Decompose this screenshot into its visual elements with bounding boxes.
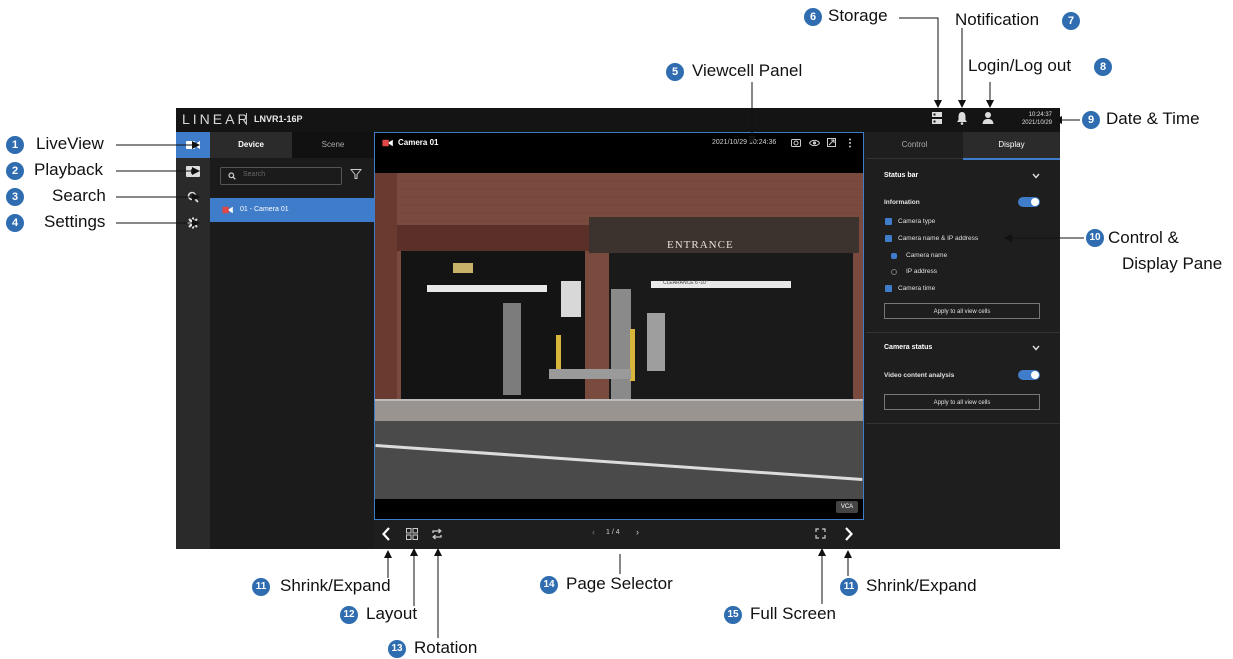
callout-page-selector: Page Selector — [566, 574, 673, 593]
callout-shrink-expand-left: Shrink/Expand — [280, 576, 391, 595]
callout-badge-1: 1 — [6, 136, 24, 154]
callout-settings: Settings — [44, 212, 106, 231]
callout-rotation: Rotation — [414, 638, 478, 657]
callout-badge-4: 4 — [6, 214, 24, 232]
callout-badge-5: 5 — [666, 63, 684, 81]
callout-shrink-expand-right: Shrink/Expand — [866, 576, 977, 595]
callout-badge-12: 12 — [340, 606, 358, 624]
callout-viewcell-panel: Viewcell Panel — [692, 61, 803, 80]
callout-login: Login/Log out — [968, 56, 1072, 75]
callout-badge-14: 14 — [540, 576, 558, 594]
callout-date-time: Date & Time — [1106, 109, 1200, 128]
callout-badge-9: 9 — [1082, 111, 1100, 129]
callout-badge-7: 7 — [1062, 12, 1080, 30]
callout-search: Search — [52, 186, 106, 205]
annotation-callout-lines — [116, 17, 1084, 638]
callout-badge-13: 13 — [388, 640, 406, 658]
callout-badge-3: 3 — [6, 188, 24, 206]
callout-playback: Playback — [34, 160, 103, 179]
callout-badge-6: 6 — [804, 8, 822, 26]
callout-badge-2: 2 — [6, 162, 24, 180]
callout-badge-8: 8 — [1094, 58, 1112, 76]
callout-liveview: LiveView — [36, 134, 104, 153]
callout-badge-15: 15 — [724, 606, 742, 624]
callout-full-screen: Full Screen — [750, 604, 836, 623]
callout-layout: Layout — [366, 604, 418, 623]
callout-badge-11-right: 11 — [840, 578, 858, 596]
callout-badge-11-left: 11 — [252, 578, 270, 596]
callout-badge-10: 10 — [1086, 229, 1104, 247]
callout-control-display-line2: Display Pane — [1122, 254, 1223, 273]
callout-control-display-line1: Control & — [1108, 228, 1179, 247]
callout-storage: Storage — [828, 6, 888, 25]
callout-notification: Notification — [955, 10, 1040, 29]
